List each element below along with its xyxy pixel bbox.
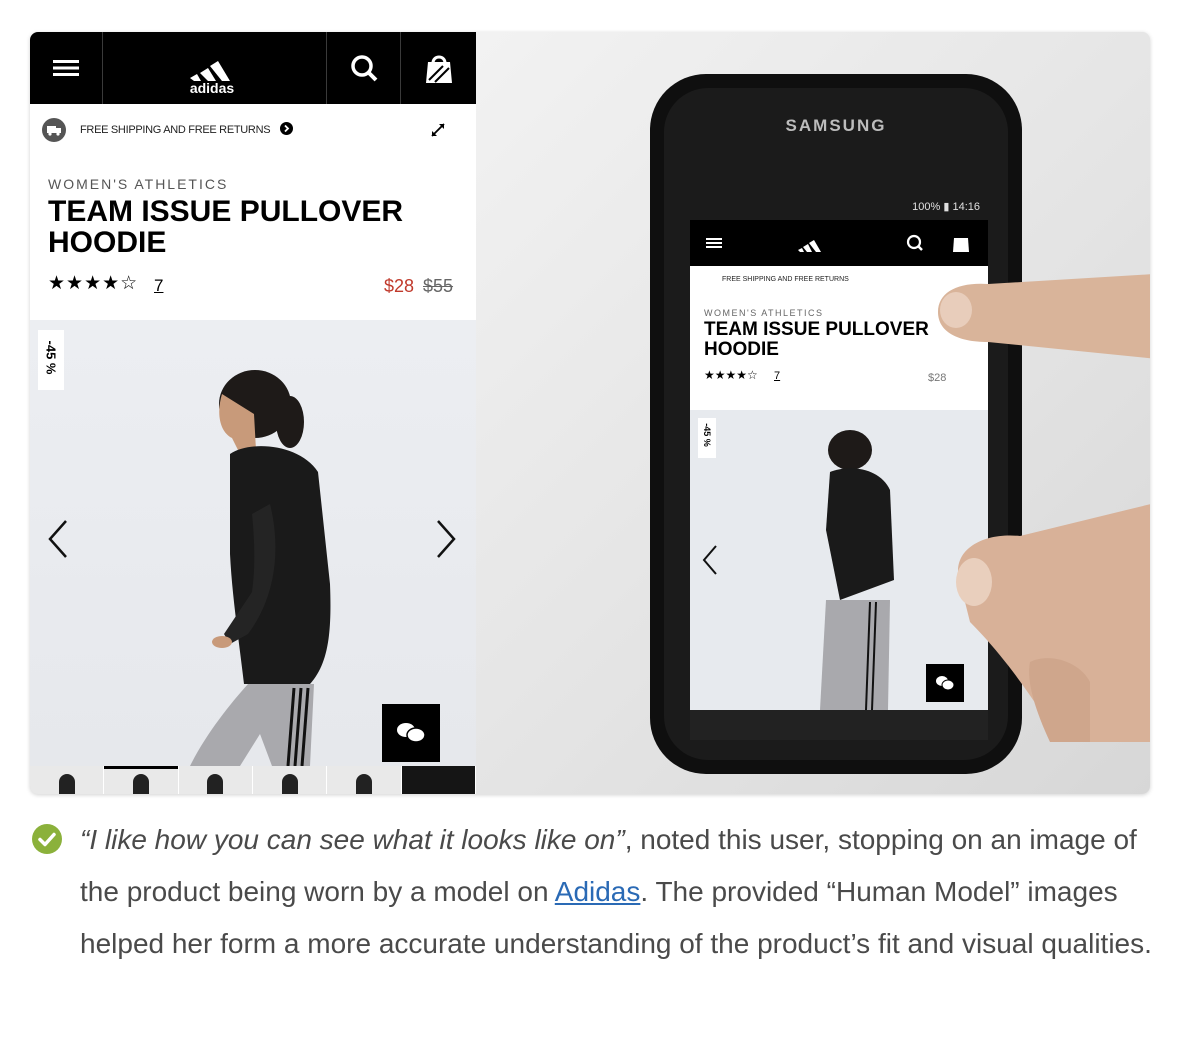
product-category: WOMEN'S ATHLETICS (48, 176, 229, 192)
review-count-link[interactable]: 7 (154, 276, 163, 296)
thumbnail[interactable] (30, 766, 105, 794)
caption-text: “I like how you can see what it looks li… (80, 814, 1164, 970)
search-icon[interactable] (328, 32, 400, 104)
device-brand: SAMSUNG (785, 116, 887, 135)
thumbnail-active[interactable] (104, 766, 179, 794)
shipping-text: FREE SHIPPING AND FREE RETURNS (80, 124, 271, 136)
phone-price: $28 (928, 372, 947, 384)
expand-icon[interactable] (428, 120, 448, 140)
mobile-site-screenshot: adidas FREE SHIPPING AND FREE RETURNS WO… (30, 32, 476, 794)
original-price: $55 (423, 276, 454, 296)
chat-icon[interactable] (382, 704, 440, 762)
thumbnail[interactable] (252, 766, 328, 794)
chevron-right-icon[interactable] (432, 518, 460, 560)
thumbnail-strip (30, 766, 476, 794)
product-image-carousel[interactable]: -45 % (30, 320, 476, 766)
thumbnail[interactable] (327, 766, 402, 794)
product-title: TEAM ISSUE PULLOVER HOODIE (48, 195, 404, 259)
phone-discount-badge: -45 % (698, 418, 716, 458)
thumbnail[interactable] (178, 766, 253, 794)
phone-category: WOMEN'S ATHLETICS (704, 308, 824, 318)
shipping-banner[interactable]: FREE SHIPPING AND FREE RETURNS (30, 104, 476, 157)
sale-price: $28 (384, 276, 415, 296)
info-arrow-icon[interactable] (280, 122, 293, 135)
phone-photo: SAMSUNG 100% ▮ 14:16 FREE SHIPPING AND F… (476, 32, 1150, 794)
discount-badge: -45 % (38, 330, 64, 390)
product-info: WOMEN'S ATHLETICS TEAM ISSUE PULLOVER HO… (30, 156, 476, 320)
phone-rating-stars: ★★★★☆ (704, 368, 758, 382)
phone-top-nav (690, 220, 988, 266)
figure-image: adidas FREE SHIPPING AND FREE RETURNS WO… (30, 32, 1150, 794)
top-nav-bar: adidas (30, 32, 476, 104)
truck-icon (42, 118, 66, 142)
model-photo (160, 354, 380, 766)
hamburger-menu-icon[interactable] (30, 32, 102, 104)
svg-text:adidas: adidas (190, 80, 235, 94)
checkmark-icon (32, 824, 62, 854)
finger-hand (938, 274, 1150, 359)
thumbnail[interactable] (401, 766, 476, 794)
phone-status-bar: 100% ▮ 14:16 (912, 201, 980, 213)
shopping-bag-icon[interactable] (402, 32, 476, 104)
user-quote: “I like how you can see what it looks li… (80, 824, 625, 855)
phone-review-count: 7 (774, 370, 781, 382)
adidas-link[interactable]: Adidas (555, 876, 641, 907)
rating-stars: ★★★★☆ (48, 273, 139, 294)
adidas-logo[interactable]: adidas (180, 44, 244, 96)
chevron-left-icon[interactable] (44, 518, 72, 560)
thumb-hand (956, 504, 1150, 742)
